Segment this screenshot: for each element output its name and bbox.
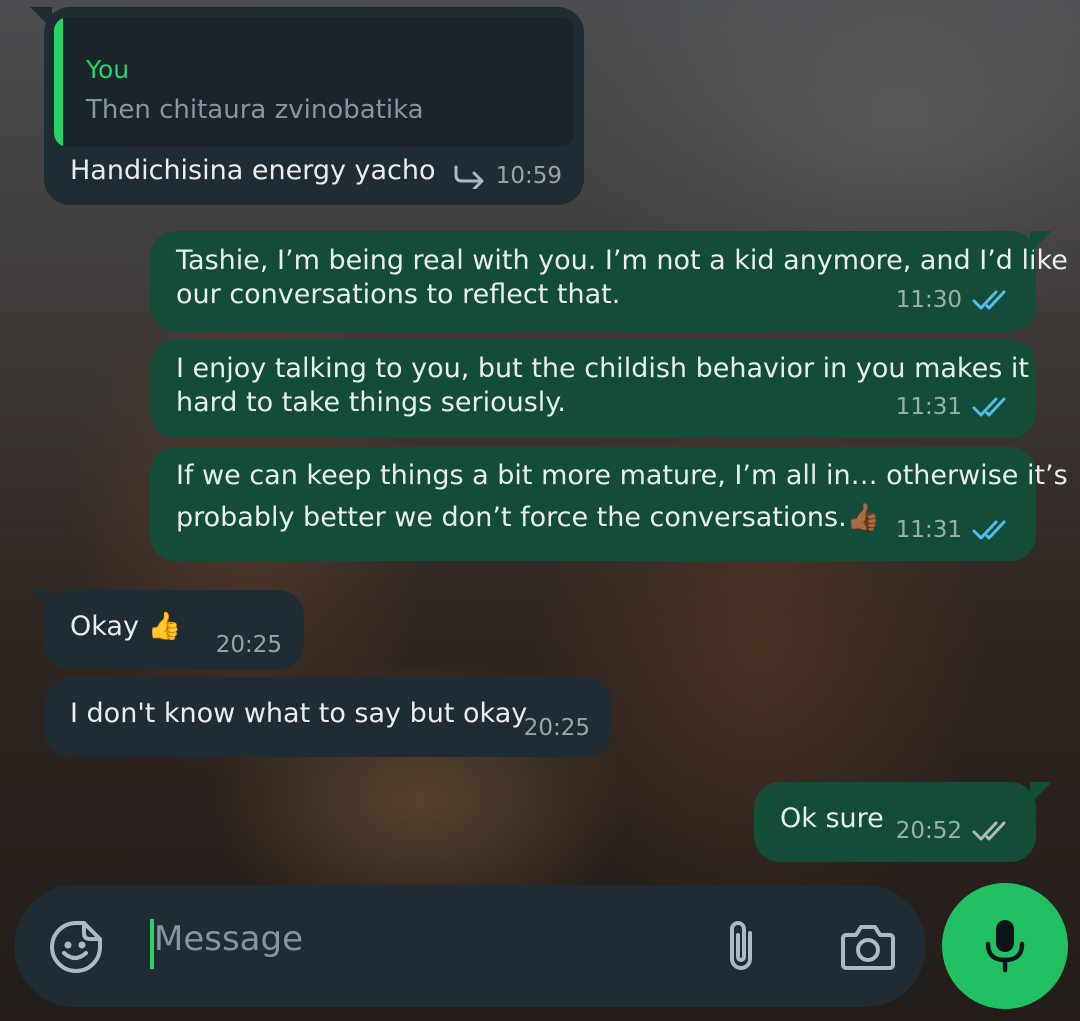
message-text: I don't know what to say but okay (70, 698, 528, 729)
message-time: 20:25 (523, 715, 590, 741)
attach-icon[interactable] (720, 917, 762, 977)
message-text: Handichisina energy yacho (70, 155, 436, 186)
message-time: 20:25 (215, 632, 282, 658)
camera-icon[interactable] (840, 921, 896, 971)
quote-author: You (86, 55, 130, 84)
read-ticks-icon (972, 290, 1006, 310)
message-time: 10:59 (495, 163, 562, 189)
message-line: I enjoy talking to you, but the childish… (176, 353, 1029, 384)
message-bubble-outgoing[interactable]: Tashie, I’m being real with you. I’m not… (150, 231, 1068, 331)
voice-record-button[interactable] (942, 883, 1068, 1009)
message-line: our conversations to reflect that. (176, 279, 621, 310)
read-ticks-icon (972, 520, 1006, 540)
message-line: Tashie, I’m being real with you. I’m not… (176, 245, 1068, 276)
read-ticks-icon (972, 397, 1006, 417)
message-bubble-incoming[interactable]: Okay 👍 20:25 (30, 590, 304, 670)
message-composer[interactable]: Message (14, 885, 926, 1007)
message-line: hard to take things seriously. (176, 387, 566, 418)
message-time: 11:31 (895, 517, 962, 543)
message-time: 20:52 (895, 818, 962, 844)
message-text: Okay 👍 (70, 611, 182, 642)
message-bubble-incoming[interactable]: I don't know what to say but okay 20:25 (44, 677, 612, 757)
message-input[interactable]: Message (154, 919, 303, 959)
message-bubble-outgoing[interactable]: I enjoy talking to you, but the childish… (150, 340, 1036, 438)
delivered-ticks-icon (972, 821, 1006, 841)
message-time: 11:31 (895, 394, 962, 420)
message-text: Ok sure (780, 803, 884, 834)
message-bubble-outgoing[interactable]: If we can keep things a bit more mature,… (150, 447, 1068, 561)
quote-text: Then chitaura zvinobatika (86, 95, 424, 125)
quoted-message[interactable]: You Then chitaura zvinobatika (54, 17, 574, 147)
message-bubble-outgoing[interactable]: Ok sure 20:52 (754, 782, 1052, 862)
message-bubble-incoming[interactable]: You Then chitaura zvinobatika Handichisi… (30, 7, 584, 205)
reply-arrow-icon (454, 165, 484, 189)
mic-icon (985, 920, 1025, 973)
quote-accent-bar (54, 17, 63, 147)
message-line: probably better we don’t force the conve… (176, 502, 881, 533)
message-line: If we can keep things a bit more mature,… (176, 460, 1068, 491)
message-time: 11:30 (895, 287, 962, 313)
sticker-icon[interactable] (48, 919, 104, 975)
